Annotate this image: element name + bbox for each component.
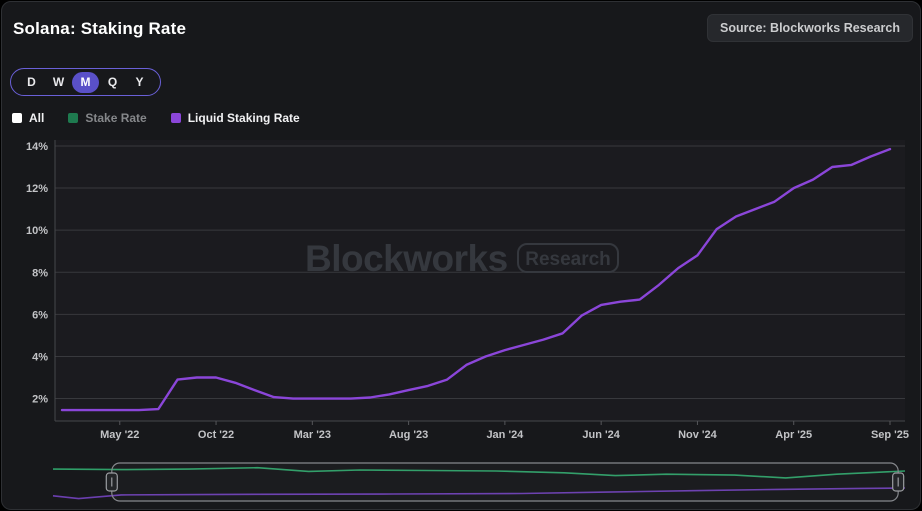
- x-axis-label: Aug '23: [389, 429, 428, 441]
- chart-canvas: 2% 4% 6% 8% 10% 12% 14% Blockworks Research May '…: [0, 0, 922, 511]
- y-axis-label: 4%: [32, 351, 48, 363]
- x-axis-label: Oct '22: [198, 429, 234, 441]
- x-axis-label: May '22: [100, 429, 139, 441]
- y-axis-label: 8%: [32, 267, 48, 279]
- y-axis-label: 12%: [26, 183, 48, 195]
- navigator-brush[interactable]: [112, 463, 898, 501]
- x-axis-label: Jun '24: [582, 429, 620, 441]
- y-axis-label: 10%: [26, 225, 48, 237]
- x-axis-label: Nov '24: [678, 429, 718, 441]
- y-axis-label: 14%: [26, 141, 48, 153]
- watermark-brand: Blockworks: [305, 238, 508, 279]
- staking-rate-widget: Solana: Staking Rate Source: Blockworks …: [0, 0, 922, 511]
- y-axis-label: 2%: [32, 394, 48, 406]
- x-axis-label: Apr '25: [775, 429, 812, 441]
- y-axis-label: 6%: [32, 309, 48, 321]
- x-axis-label: Sep '25: [871, 429, 909, 441]
- x-axis-label: Mar '23: [294, 429, 331, 441]
- x-axis-label: Jan '24: [486, 429, 524, 441]
- watermark-badge: Research: [525, 249, 611, 270]
